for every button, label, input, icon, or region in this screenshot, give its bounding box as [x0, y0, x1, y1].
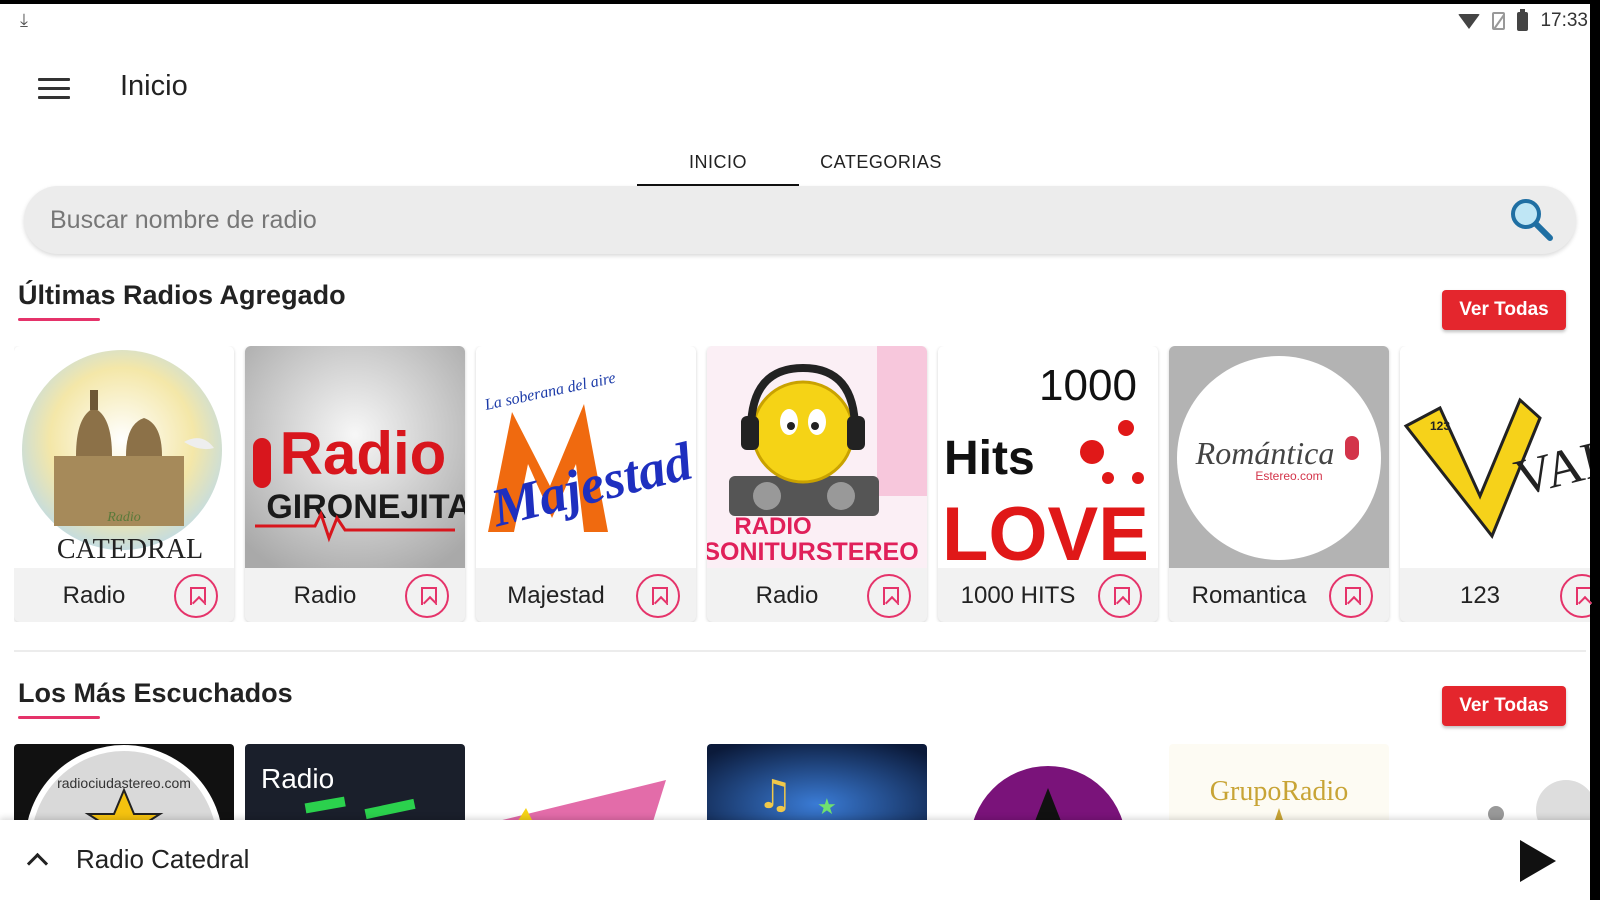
- station-logo-gironejita: Radio GIRONEJITA: [245, 346, 465, 568]
- status-time: 17:33: [1540, 10, 1588, 31]
- thumb-logo-text: Radio: [261, 763, 334, 794]
- sonitur-logo-text: RADIO: [734, 513, 811, 540]
- section-title-latest: Últimas Radios Agregado: [18, 280, 346, 310]
- section-title-most-listened: Los Más Escuchados: [18, 678, 293, 708]
- ver-todas-most-listened-button[interactable]: Ver Todas: [1442, 686, 1566, 726]
- catedral-logo-text: CATEDRAL: [57, 534, 203, 565]
- radio-card[interactable]: Romántica Estereo.com Romantica: [1169, 346, 1389, 622]
- svg-text:LOVE: LOVE: [942, 492, 1149, 568]
- 123-logo-subtext: 123: [1430, 419, 1450, 433]
- tab-categorias[interactable]: CATEGORIAS: [799, 140, 963, 188]
- station-logo-123: VALLEN 123: [1400, 346, 1600, 568]
- thumb-logo-text: GrupoRadio: [1210, 776, 1348, 807]
- radio-card[interactable]: GrupoRadio: [1169, 744, 1389, 824]
- card-label: 1000 HITS: [960, 582, 1076, 609]
- status-icons: 17:33: [1458, 8, 1588, 32]
- radio-card[interactable]: ♫ ★: [707, 744, 927, 824]
- status-bar: ⤓ 17:33: [0, 4, 1600, 40]
- menu-icon[interactable]: [38, 78, 70, 102]
- svg-text:Hits: Hits: [944, 432, 1035, 485]
- bookmark-icon[interactable]: [867, 574, 911, 618]
- svg-text:♫: ♫: [757, 772, 793, 818]
- latest-radios-carousel: Radio CATEDRAL Radio Radio GIRONEJITA Ra…: [14, 346, 1600, 622]
- mini-player[interactable]: Radio Catedral: [0, 820, 1600, 900]
- catedral-logo-subtext: Radio: [106, 510, 140, 525]
- bookmark-icon[interactable]: [1329, 574, 1373, 618]
- radio-card[interactable]: Radio: [245, 744, 465, 824]
- section-divider: [14, 650, 1586, 652]
- bookmark-icon[interactable]: [636, 574, 680, 618]
- bookmark-icon[interactable]: [1098, 574, 1142, 618]
- svg-text:★: ★: [817, 795, 837, 820]
- radio-card[interactable]: 1000 Hits LOVE 1000 HITS: [938, 346, 1158, 622]
- radio-card[interactable]: [938, 744, 1158, 824]
- search-bar: [24, 186, 1576, 254]
- app-screen: ⤓ 17:33 Inicio INICIO CATEGORIAS Últimas…: [0, 0, 1600, 900]
- bookmark-icon[interactable]: [174, 574, 218, 618]
- 1000hits-logo-number: 1000: [1039, 361, 1137, 410]
- station-logo-romantica: Romántica Estereo.com: [1169, 346, 1389, 568]
- ver-todas-latest-button[interactable]: Ver Todas: [1442, 290, 1566, 330]
- battery-icon: [1517, 8, 1529, 31]
- card-label: Romantica: [1191, 582, 1307, 609]
- gironejita-logo-subtext: GIRONEJITA: [266, 488, 465, 526]
- section-underline: [18, 318, 100, 321]
- play-icon[interactable]: [1514, 838, 1558, 882]
- now-playing-title: Radio Catedral: [76, 844, 250, 874]
- radio-card[interactable]: Radio CATEDRAL Radio: [14, 346, 234, 622]
- card-label: Radio: [293, 582, 357, 609]
- radio-card[interactable]: [1400, 744, 1600, 824]
- card-label: Radio: [755, 582, 819, 609]
- gironejita-logo-text: Radio: [280, 420, 447, 487]
- most-listened-carousel: radiociudastereo.com Radio ♫ ★ GrupoRadi…: [14, 744, 1600, 824]
- radio-card[interactable]: VALLEN 123 123: [1400, 346, 1600, 622]
- tab-inicio[interactable]: INICIO: [637, 140, 799, 188]
- tab-bar: INICIO CATEGORIAS: [637, 140, 963, 188]
- radio-card[interactable]: Radio GIRONEJITA Radio: [245, 346, 465, 622]
- chevron-up-icon[interactable]: [26, 848, 48, 870]
- search-input[interactable]: [50, 200, 1470, 240]
- page-title: Inicio: [120, 70, 188, 102]
- card-label: Majestad: [507, 582, 605, 609]
- romantica-logo-subtext: Estereo.com: [1255, 469, 1322, 483]
- station-logo-majestad: La soberana del aire Majestad: [476, 346, 696, 568]
- no-sim-icon: [1492, 12, 1506, 30]
- radio-card[interactable]: [476, 744, 696, 824]
- radio-card[interactable]: radiociudastereo.com: [14, 744, 234, 824]
- section-underline: [18, 716, 100, 719]
- sonitur-logo-subtext: SONITURSTEREO: [707, 538, 919, 566]
- screen-edge: [1590, 0, 1600, 900]
- station-logo-catedral: Radio CATEDRAL: [14, 346, 234, 568]
- romantica-logo-text: Romántica: [1195, 435, 1335, 471]
- bookmark-icon[interactable]: [405, 574, 449, 618]
- wifi-icon: [1458, 13, 1481, 29]
- app-bar: Inicio: [0, 40, 1600, 136]
- station-logo-sonitur: RADIO SONITURSTEREO: [707, 346, 927, 568]
- station-logo-1000hits: 1000 Hits LOVE: [938, 346, 1158, 568]
- radio-card[interactable]: RADIO SONITURSTEREO Radio: [707, 346, 927, 622]
- download-icon: ⤓: [20, 10, 28, 30]
- search-icon[interactable]: [1508, 196, 1554, 242]
- card-label: Radio: [62, 582, 126, 609]
- radio-card[interactable]: La soberana del aire Majestad Majestad: [476, 346, 696, 622]
- card-label: 123: [1459, 582, 1501, 609]
